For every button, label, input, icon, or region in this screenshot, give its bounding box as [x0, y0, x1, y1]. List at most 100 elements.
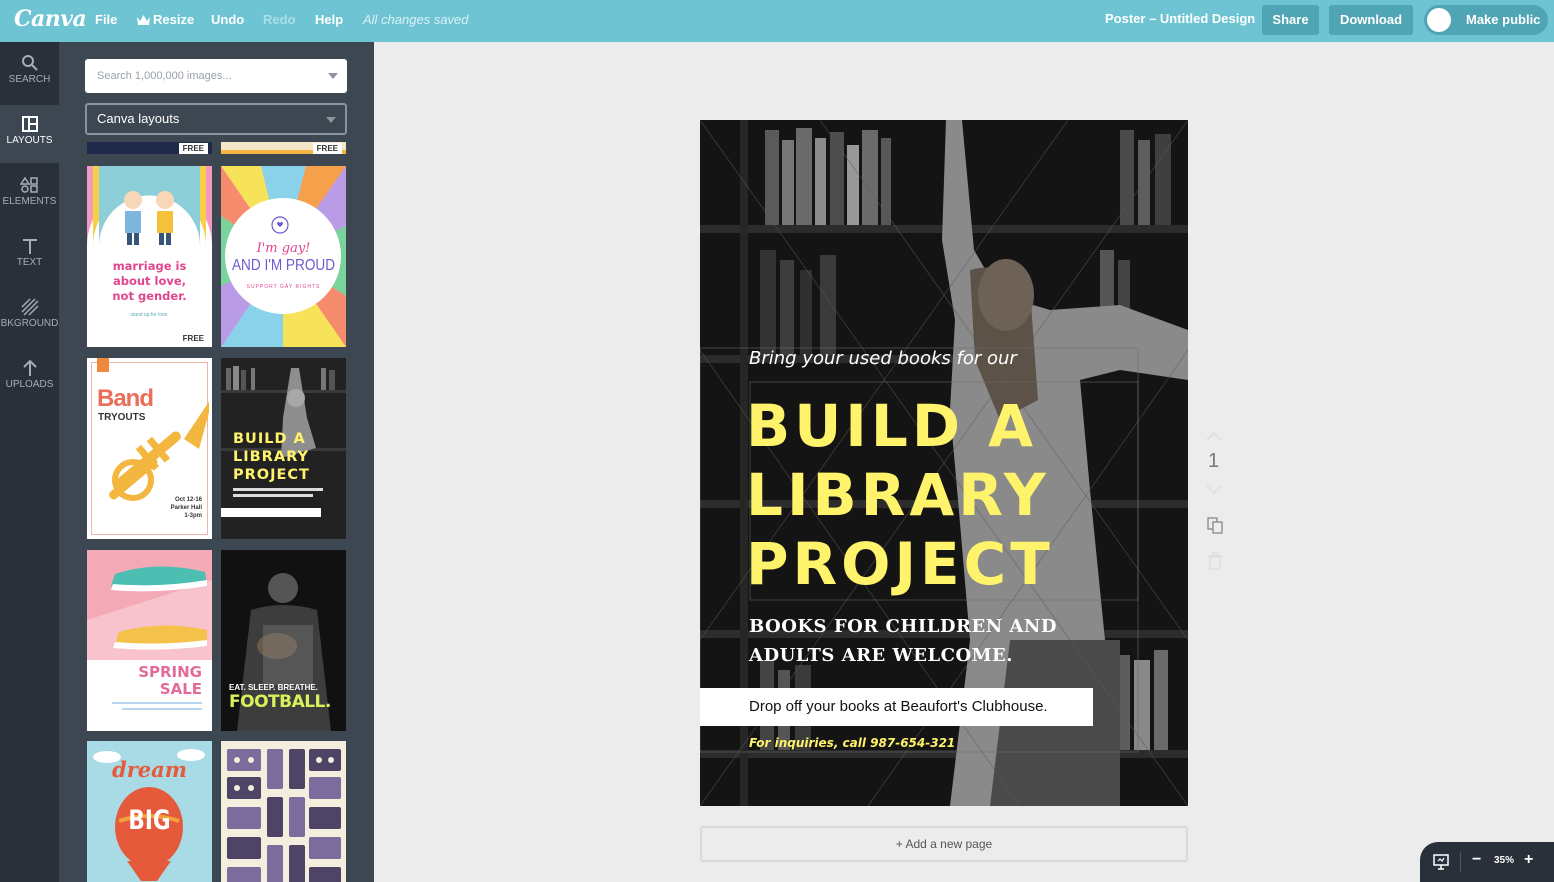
layout-source-select[interactable]: Canva layouts — [85, 103, 347, 135]
background-icon — [20, 298, 39, 316]
thumb-text-placeholder — [112, 702, 202, 704]
upload-icon — [22, 359, 37, 376]
zoom-level: 35% — [1494, 855, 1515, 866]
sidebar-label-layouts: LAYOUTS — [6, 135, 53, 146]
thumb-spring-headline: SPRING SALE — [138, 664, 202, 698]
layout-thumbnail[interactable]: FREE — [221, 142, 346, 154]
icon-sidebar: SEARCH LAYOUTS ELEMENTS TEXT BKGROUND UP… — [0, 42, 59, 882]
thumb-text-line: marriage is — [112, 259, 187, 273]
headline-line: PROJECT — [746, 530, 1054, 598]
layouts-panel: Search 1,000,000 images... Canva layouts… — [59, 42, 374, 882]
headline-line: BUILD A — [746, 392, 1038, 460]
poster-subheading[interactable]: BOOKS FOR CHILDREN AND ADULTS ARE WELCOM… — [749, 612, 1057, 670]
poster-dropoff-banner[interactable]: Drop off your books at Beaufort's Clubho… — [700, 688, 1093, 726]
subheading-line: BOOKS FOR CHILDREN AND — [749, 616, 1057, 637]
layout-thumbnail-proud[interactable]: I'm gay! AND I'M PROUD SUPPORT GAY RIGHT… — [221, 166, 346, 347]
sidebar-item-elements[interactable]: ELEMENTS — [0, 166, 59, 224]
menu-help[interactable]: Help — [315, 12, 343, 27]
poster-inquiries[interactable]: For inquiries, call 987-654-321 — [749, 736, 955, 750]
poster-tagline[interactable]: Bring your used books for our — [749, 348, 1017, 369]
thumb-ribbon — [97, 358, 109, 372]
text-icon — [22, 239, 37, 254]
make-public-label: Make public — [1466, 12, 1541, 27]
sidebar-label-search: SEARCH — [8, 74, 51, 85]
thumb-text-placeholder — [233, 488, 323, 491]
poster-dropoff-text: Drop off your books at Beaufort's Clubho… — [749, 698, 1048, 715]
search-placeholder: Search 1,000,000 images... — [97, 70, 232, 82]
thumb-proud-main: AND I'M PROUD — [231, 257, 336, 274]
menu-file[interactable]: File — [95, 12, 117, 27]
thumb-text-line: BUILD A — [233, 431, 306, 447]
layout-thumbnail[interactable]: FREE — [87, 142, 212, 154]
thumb-text-placeholder — [122, 708, 202, 710]
sidebar-label-elements: ELEMENTS — [2, 196, 57, 207]
thumb-dream-big: BIG — [128, 805, 171, 836]
thumb-proud-small: SUPPORT GAY RIGHTS — [246, 284, 321, 290]
layout-thumbnail-marriage[interactable]: marriage is about love, not gender. stan… — [87, 166, 212, 347]
poster-canvas[interactable]: Bring your used books for our BUILD A LI… — [700, 120, 1188, 806]
make-public-toggle[interactable]: Make public — [1424, 5, 1548, 35]
download-button[interactable]: Download — [1329, 5, 1413, 35]
add-page-button[interactable]: + Add a new page — [700, 826, 1188, 862]
present-icon[interactable] — [1433, 854, 1449, 870]
layout-thumbnail-library[interactable]: BUILD A LIBRARY PROJECT — [221, 358, 346, 539]
thumb-text-line: about love, — [112, 274, 187, 288]
document-title[interactable]: Poster – Untitled Design — [1105, 11, 1255, 26]
sidebar-item-text[interactable]: TEXT — [0, 227, 59, 285]
thumb-band-details: Oct 12-16 Parker Hall 1-3pm — [171, 496, 202, 520]
thumb-text-placeholder — [233, 494, 313, 497]
delete-page-icon[interactable] — [1207, 552, 1223, 570]
sneaker-illustration — [87, 550, 212, 660]
layout-thumbnail-dream[interactable]: dream BIG — [87, 741, 212, 882]
thumb-text-line: not gender. — [112, 289, 187, 303]
menu-resize[interactable]: Resize — [137, 12, 194, 27]
menu-resize-label: Resize — [153, 12, 195, 27]
layout-thumbnail-spring[interactable]: SPRING SALE — [87, 550, 212, 731]
sidebar-item-background[interactable]: BKGROUND — [0, 288, 59, 346]
sidebar-item-search[interactable]: SEARCH — [0, 44, 59, 102]
layout-thumbnail-band[interactable]: Band TRYOUTS Oct 12-16 Parker Hall 1-3pm — [87, 358, 212, 539]
thumb-text-line: LIBRARY — [233, 449, 309, 465]
thumb-band-place: Parker Hall — [170, 505, 202, 511]
crown-icon — [137, 15, 150, 25]
layout-thumbnail-football[interactable]: EAT. SLEEP. BREATHE. FOOTBALL. — [221, 550, 346, 731]
chevron-down-icon[interactable] — [328, 73, 338, 79]
thumb-dream-script: dream — [112, 757, 187, 782]
thumb-marriage-text: marriage is about love, not gender. — [87, 259, 212, 304]
thumb-football-small: EAT. SLEEP. BREATHE. — [229, 683, 318, 692]
chevron-down-icon — [326, 117, 336, 123]
free-badge: FREE — [178, 333, 208, 344]
poster-headline[interactable]: BUILD A LIBRARY PROJECT — [746, 392, 1054, 599]
share-button[interactable]: Share — [1262, 5, 1319, 35]
thumb-band-date: Oct 12-16 — [174, 497, 202, 503]
canva-logo[interactable]: Canva — [14, 6, 87, 32]
zoom-in-button[interactable]: + — [1524, 851, 1533, 869]
sidebar-label-text: TEXT — [16, 257, 43, 268]
thumb-text-line: PROJECT — [233, 467, 310, 483]
sidebar-label-background: BKGROUND — [0, 318, 59, 329]
cassette-pattern — [221, 741, 346, 882]
page-number: 1 — [1208, 450, 1220, 472]
menu-undo[interactable]: Undo — [211, 12, 244, 27]
menu-redo[interactable]: Redo — [263, 12, 296, 27]
chevron-up-icon[interactable] — [1204, 430, 1224, 442]
chevron-down-icon[interactable] — [1204, 484, 1224, 496]
thumb-band-time: 1-3pm — [184, 513, 202, 519]
search-icon — [21, 55, 38, 71]
headline-line: LIBRARY — [746, 461, 1050, 529]
thumb-small-text: stand up for love. — [130, 312, 169, 318]
sidebar-label-uploads: UPLOADS — [5, 379, 54, 390]
duplicate-page-icon[interactable] — [1206, 516, 1224, 534]
top-bar: Canva File Resize Undo Redo Help All cha… — [0, 0, 1554, 42]
thumb-dropoff-bar — [221, 508, 321, 517]
free-badge: FREE — [312, 143, 342, 154]
sidebar-item-layouts[interactable]: LAYOUTS — [0, 105, 59, 163]
layout-thumbnail-cassettes[interactable] — [221, 741, 346, 882]
zoom-controls: − 35% + — [1420, 842, 1554, 882]
sidebar-item-uploads[interactable]: UPLOADS — [0, 349, 59, 407]
zoom-divider — [1460, 852, 1461, 872]
elements-icon — [19, 176, 38, 193]
zoom-out-button[interactable]: − — [1472, 851, 1481, 869]
thumb-football-headline: FOOTBALL. — [229, 692, 331, 712]
image-search-input[interactable]: Search 1,000,000 images... — [85, 59, 347, 93]
